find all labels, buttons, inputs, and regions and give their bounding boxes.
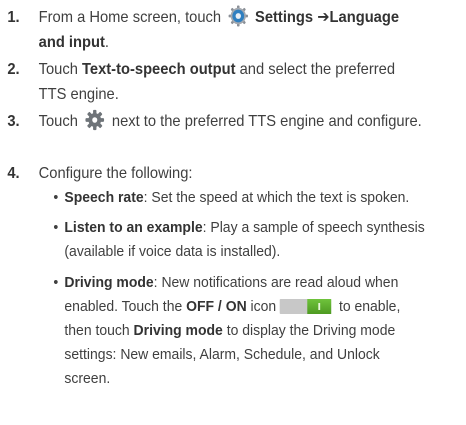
step-number: 2.: [7, 61, 20, 78]
text-to-speech-output-label: Text-to-speech output: [82, 61, 236, 78]
option-speech-rate: • Speech rate: Set the speed at which th…: [0, 186, 429, 210]
step-number: 4.: [7, 165, 20, 182]
step-3: 3. Touch next to the preferred TTS engin…: [0, 109, 425, 134]
arrow-glyph: ➔: [317, 9, 330, 26]
step-text: Configure the following:: [38, 165, 193, 182]
step-text: next to the preferred TTS engine and con…: [111, 113, 422, 130]
toggle-knob: [307, 299, 332, 314]
instruction-page: 1. From a Home screen, touch Settings ➔L…: [0, 0, 466, 425]
gear-icon: [85, 109, 105, 131]
option-driving-mode: • Driving mode: New notifications are re…: [0, 271, 429, 391]
step-text: From a Home screen, touch: [38, 9, 222, 26]
bullet: •: [53, 189, 59, 206]
settings-app-icon: [228, 5, 248, 27]
listen-to-example-label: Listen to an example: [64, 219, 203, 236]
toggle-on-icon: [279, 299, 332, 314]
settings-label: Settings: [255, 9, 314, 26]
step-number: 3.: [7, 113, 20, 130]
step-end: .: [104, 34, 109, 51]
driving-mode-label: Driving mode: [64, 274, 154, 291]
step-text: Touch: [38, 61, 83, 78]
speech-rate-label: Speech rate: [64, 189, 144, 206]
step-1: 1. From a Home screen, touch Settings ➔L…: [0, 5, 425, 55]
step-number: 1.: [7, 9, 20, 26]
option-text: icon: [246, 298, 277, 315]
step-2: 2. Touch Text-to-speech output and selec…: [0, 57, 425, 107]
off-on-label: OFF / ON: [186, 298, 247, 315]
option-text: : Set the speed at which the text is spo…: [143, 189, 410, 206]
step-text: Touch: [38, 113, 78, 130]
bullet: •: [53, 274, 59, 291]
driving-mode-label-2: Driving mode: [133, 322, 223, 339]
bullet: •: [53, 219, 59, 236]
option-listen-to-example: • Listen to an example: Play a sample of…: [0, 216, 429, 264]
step-4: 4. Configure the following:: [0, 161, 425, 186]
